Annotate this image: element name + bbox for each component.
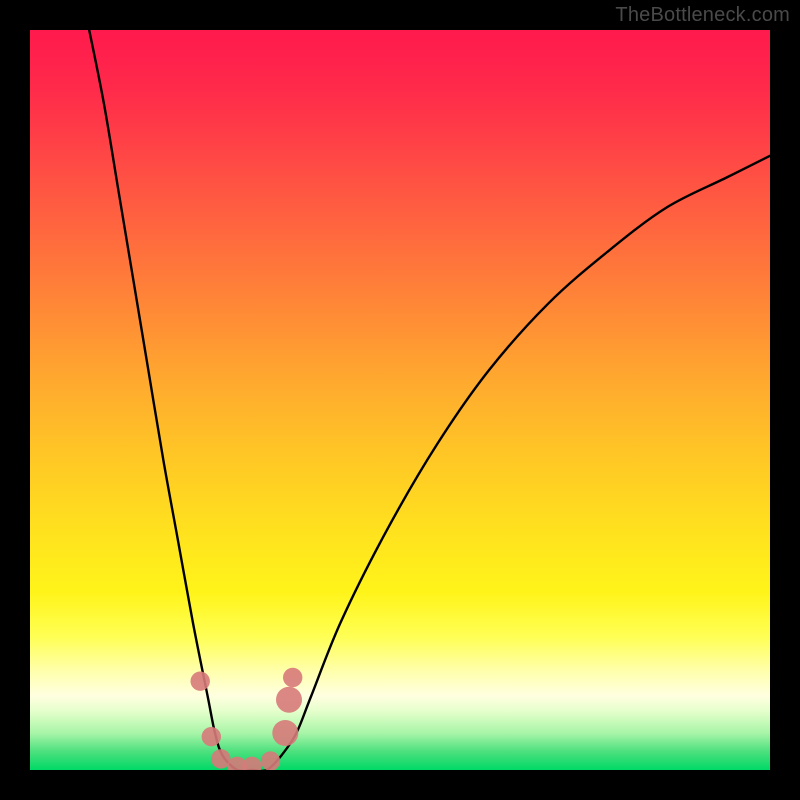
bottleneck-curve xyxy=(89,30,770,770)
bottleneck-curve-svg xyxy=(30,30,770,770)
curve-marker xyxy=(276,687,302,713)
curve-marker xyxy=(283,668,302,687)
curve-marker xyxy=(272,720,298,746)
curve-marker xyxy=(202,727,221,746)
curve-marker xyxy=(191,672,210,691)
chart-frame: TheBottleneck.com xyxy=(0,0,800,800)
plot-area xyxy=(30,30,770,770)
curve-marker xyxy=(242,757,261,770)
curve-marker xyxy=(261,751,280,770)
curve-markers xyxy=(191,668,303,770)
watermark-text: TheBottleneck.com xyxy=(615,4,790,27)
